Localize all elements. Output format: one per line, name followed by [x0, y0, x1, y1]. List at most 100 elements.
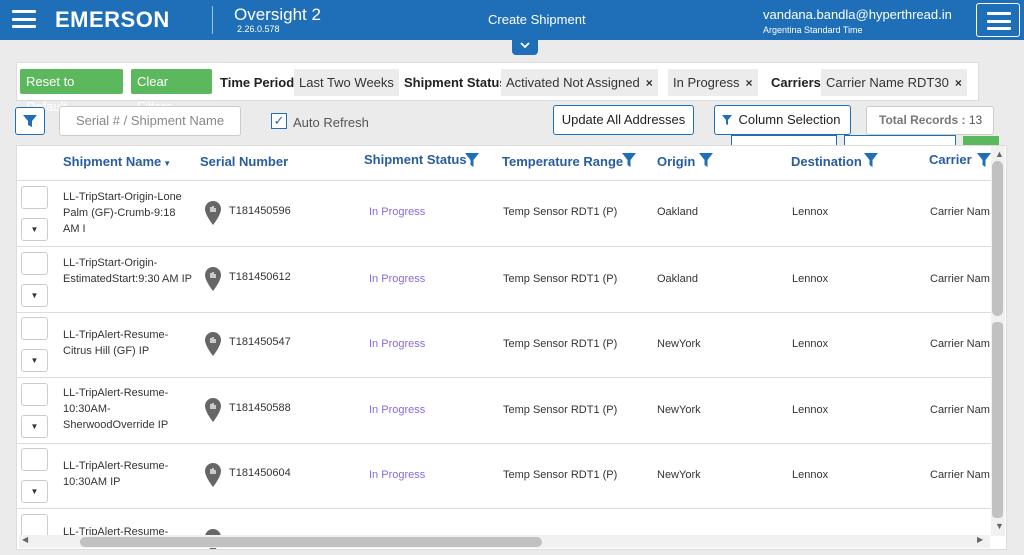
table-row[interactable]: ▼ LL-TripStart-Origin-EstimatedStart:9:3… [17, 247, 992, 313]
row-checkbox[interactable] [21, 383, 48, 406]
scroll-down-icon[interactable]: ▼ [995, 521, 1004, 531]
scroll-left-icon[interactable]: ◀ [22, 535, 28, 544]
carrier: Carrier Nam [930, 404, 990, 416]
table-row[interactable]: ▼ LL-TripAlert-Resume-Citrus Hill (GF) I… [17, 312, 992, 378]
temperature-range: Temp Sensor RDT1 (P) [503, 206, 618, 218]
auto-refresh-label: Auto Refresh [293, 115, 369, 130]
row-dropdown-button[interactable]: ▼ [21, 480, 48, 503]
destination: Lennox [792, 273, 829, 285]
remove-chip-icon[interactable]: × [745, 76, 752, 90]
column-header-carrier[interactable]: Carrier [929, 152, 972, 167]
scroll-up-icon[interactable]: ▲ [995, 149, 1004, 159]
shipment-name[interactable]: LL-TripAlert-Resume-Citrus Hill (GF) IP [63, 327, 193, 359]
total-records: Total Records : 13 [866, 106, 994, 135]
carriers-label: Carriers [771, 75, 821, 90]
status-chip-activated: Activated Not Assigned × [501, 69, 658, 96]
reset-default-button[interactable]: Reset to Default [20, 69, 123, 114]
table-row[interactable]: ▼ LL-TripAlert-Resume-10:30AM-SherwoodOv… [17, 378, 992, 444]
collapse-filters-toggle[interactable] [512, 40, 538, 55]
column-header-shipment-status[interactable]: Shipment Status [364, 152, 467, 167]
column-header-origin[interactable]: Origin [657, 154, 695, 169]
user-timezone: Argentina Standard Time [763, 25, 863, 35]
temperature-range: Temp Sensor RDT1 (P) [503, 469, 618, 481]
row-checkbox[interactable] [21, 448, 48, 471]
row-dropdown-button[interactable]: ▼ [21, 415, 48, 438]
column-filter-icon[interactable] [699, 153, 713, 167]
column-header-shipment-name[interactable]: Shipment Name ▼ [63, 154, 171, 169]
shipment-name[interactable]: LL-TripAlert-Resume-10:30AM IP [63, 458, 193, 490]
shipment-name[interactable]: LL-TripStart-Origin-Lone Palm (GF)-Crumb… [63, 189, 193, 237]
column-header-label: Shipment Name [63, 154, 162, 169]
vertical-scroll-track[interactable] [992, 322, 1003, 518]
shipment-status: In Progress [369, 338, 426, 350]
location-pin-icon [205, 332, 221, 356]
row-dropdown-button[interactable]: ▼ [21, 218, 48, 241]
vertical-scroll-thumb[interactable] [992, 161, 1003, 316]
user-menu-button[interactable] [976, 3, 1020, 37]
origin: Oakland [657, 206, 698, 218]
column-selection-button[interactable]: Column Selection [714, 105, 851, 135]
column-header-serial-number[interactable]: Serial Number [200, 154, 288, 169]
column-selection-label: Column Selection [738, 112, 841, 127]
column-filter-icon[interactable] [622, 153, 636, 167]
column-filter-icon[interactable] [864, 153, 878, 167]
row-checkbox[interactable] [21, 514, 48, 537]
clear-filters-button[interactable]: Clear Filters [131, 69, 212, 114]
shipment-name[interactable]: LL-TripAlert-Resume-10:30AM-SherwoodOver… [63, 385, 193, 433]
sort-down-icon[interactable]: ▼ [163, 159, 171, 168]
column-header-temperature-range[interactable]: Temperature Range [502, 154, 623, 169]
origin: NewYork [657, 404, 701, 416]
shipment-status: In Progress [369, 273, 426, 285]
carrier-chip: Carrier Name RDT30 × [821, 69, 967, 96]
shipment-name[interactable]: LL-TripStart-Origin-EstimatedStart:9:30 … [63, 255, 193, 287]
create-shipment-link[interactable]: Create Shipment [488, 12, 586, 27]
app-header: EMERSON Oversight 2 2.26.0.578 Create Sh… [0, 0, 1024, 40]
funnel-icon [23, 115, 37, 127]
carrier: Carrier Nam [930, 273, 990, 285]
hidden-button[interactable] [731, 135, 837, 145]
carrier: Carrier Nam [930, 338, 990, 350]
remove-chip-icon[interactable]: × [955, 76, 962, 90]
time-period-chip[interactable]: Last Two Weeks [294, 69, 399, 96]
row-checkbox[interactable] [21, 317, 48, 340]
grid-header: Shipment Name ▼ Serial Number Shipment St… [17, 146, 992, 181]
row-dropdown-button[interactable]: ▼ [21, 349, 48, 372]
row-checkbox[interactable] [21, 186, 48, 209]
row-checkbox[interactable] [21, 252, 48, 275]
location-pin-icon [205, 398, 221, 422]
app-name: Oversight 2 [234, 5, 321, 24]
main-menu-icon[interactable] [12, 10, 36, 28]
scroll-right-icon[interactable]: ▶ [977, 535, 983, 544]
total-records-value: 13 [968, 113, 983, 127]
total-records-label: Total Records : [879, 113, 966, 127]
column-header-destination[interactable]: Destination [791, 154, 862, 169]
table-row[interactable]: ▼ LL-TripAlert-Resume-10:30AM IP T181450… [17, 443, 992, 509]
auto-refresh-checkbox[interactable]: ✓ [271, 113, 287, 129]
row-dropdown-button[interactable]: ▼ [21, 284, 48, 307]
hidden-button[interactable] [844, 135, 956, 145]
status-chip-in-progress: In Progress × [668, 69, 758, 96]
update-all-addresses-button[interactable]: Update All Addresses [553, 105, 694, 135]
filter-toggle-button[interactable] [15, 107, 45, 135]
search-input[interactable]: Serial # / Shipment Name [59, 106, 241, 136]
location-pin-icon [205, 201, 221, 225]
shipment-status: In Progress [369, 469, 426, 481]
destination: Lennox [792, 338, 829, 350]
status-chip-label: In Progress [673, 75, 740, 90]
user-menu-icon [987, 12, 1011, 30]
serial-number: T181450588 [229, 402, 291, 414]
table-row[interactable]: ▼ LL-TripStart-Origin-Lone Palm (GF)-Cru… [17, 181, 992, 247]
horizontal-scroll-thumb[interactable] [80, 537, 542, 547]
grid-toolbar: Serial # / Shipment Name ✓ Auto Refresh … [0, 104, 1024, 138]
filter-bar: Reset to Default Clear Filters Time Peri… [16, 62, 979, 114]
user-email[interactable]: vandana.bandla@hyperthread.in [763, 7, 952, 22]
temperature-range: Temp Sensor RDT1 (P) [503, 404, 618, 416]
carrier: Carrier Nam [930, 469, 990, 481]
remove-chip-icon[interactable]: × [646, 76, 653, 90]
carrier-chip-label: Carrier Name RDT30 [826, 75, 949, 90]
column-filter-icon[interactable] [465, 153, 479, 167]
carrier: Carrier Nam [930, 206, 990, 218]
brand-logo: EMERSON [55, 7, 170, 32]
time-period-label: Time Period [220, 75, 295, 90]
column-filter-icon[interactable] [977, 153, 991, 167]
